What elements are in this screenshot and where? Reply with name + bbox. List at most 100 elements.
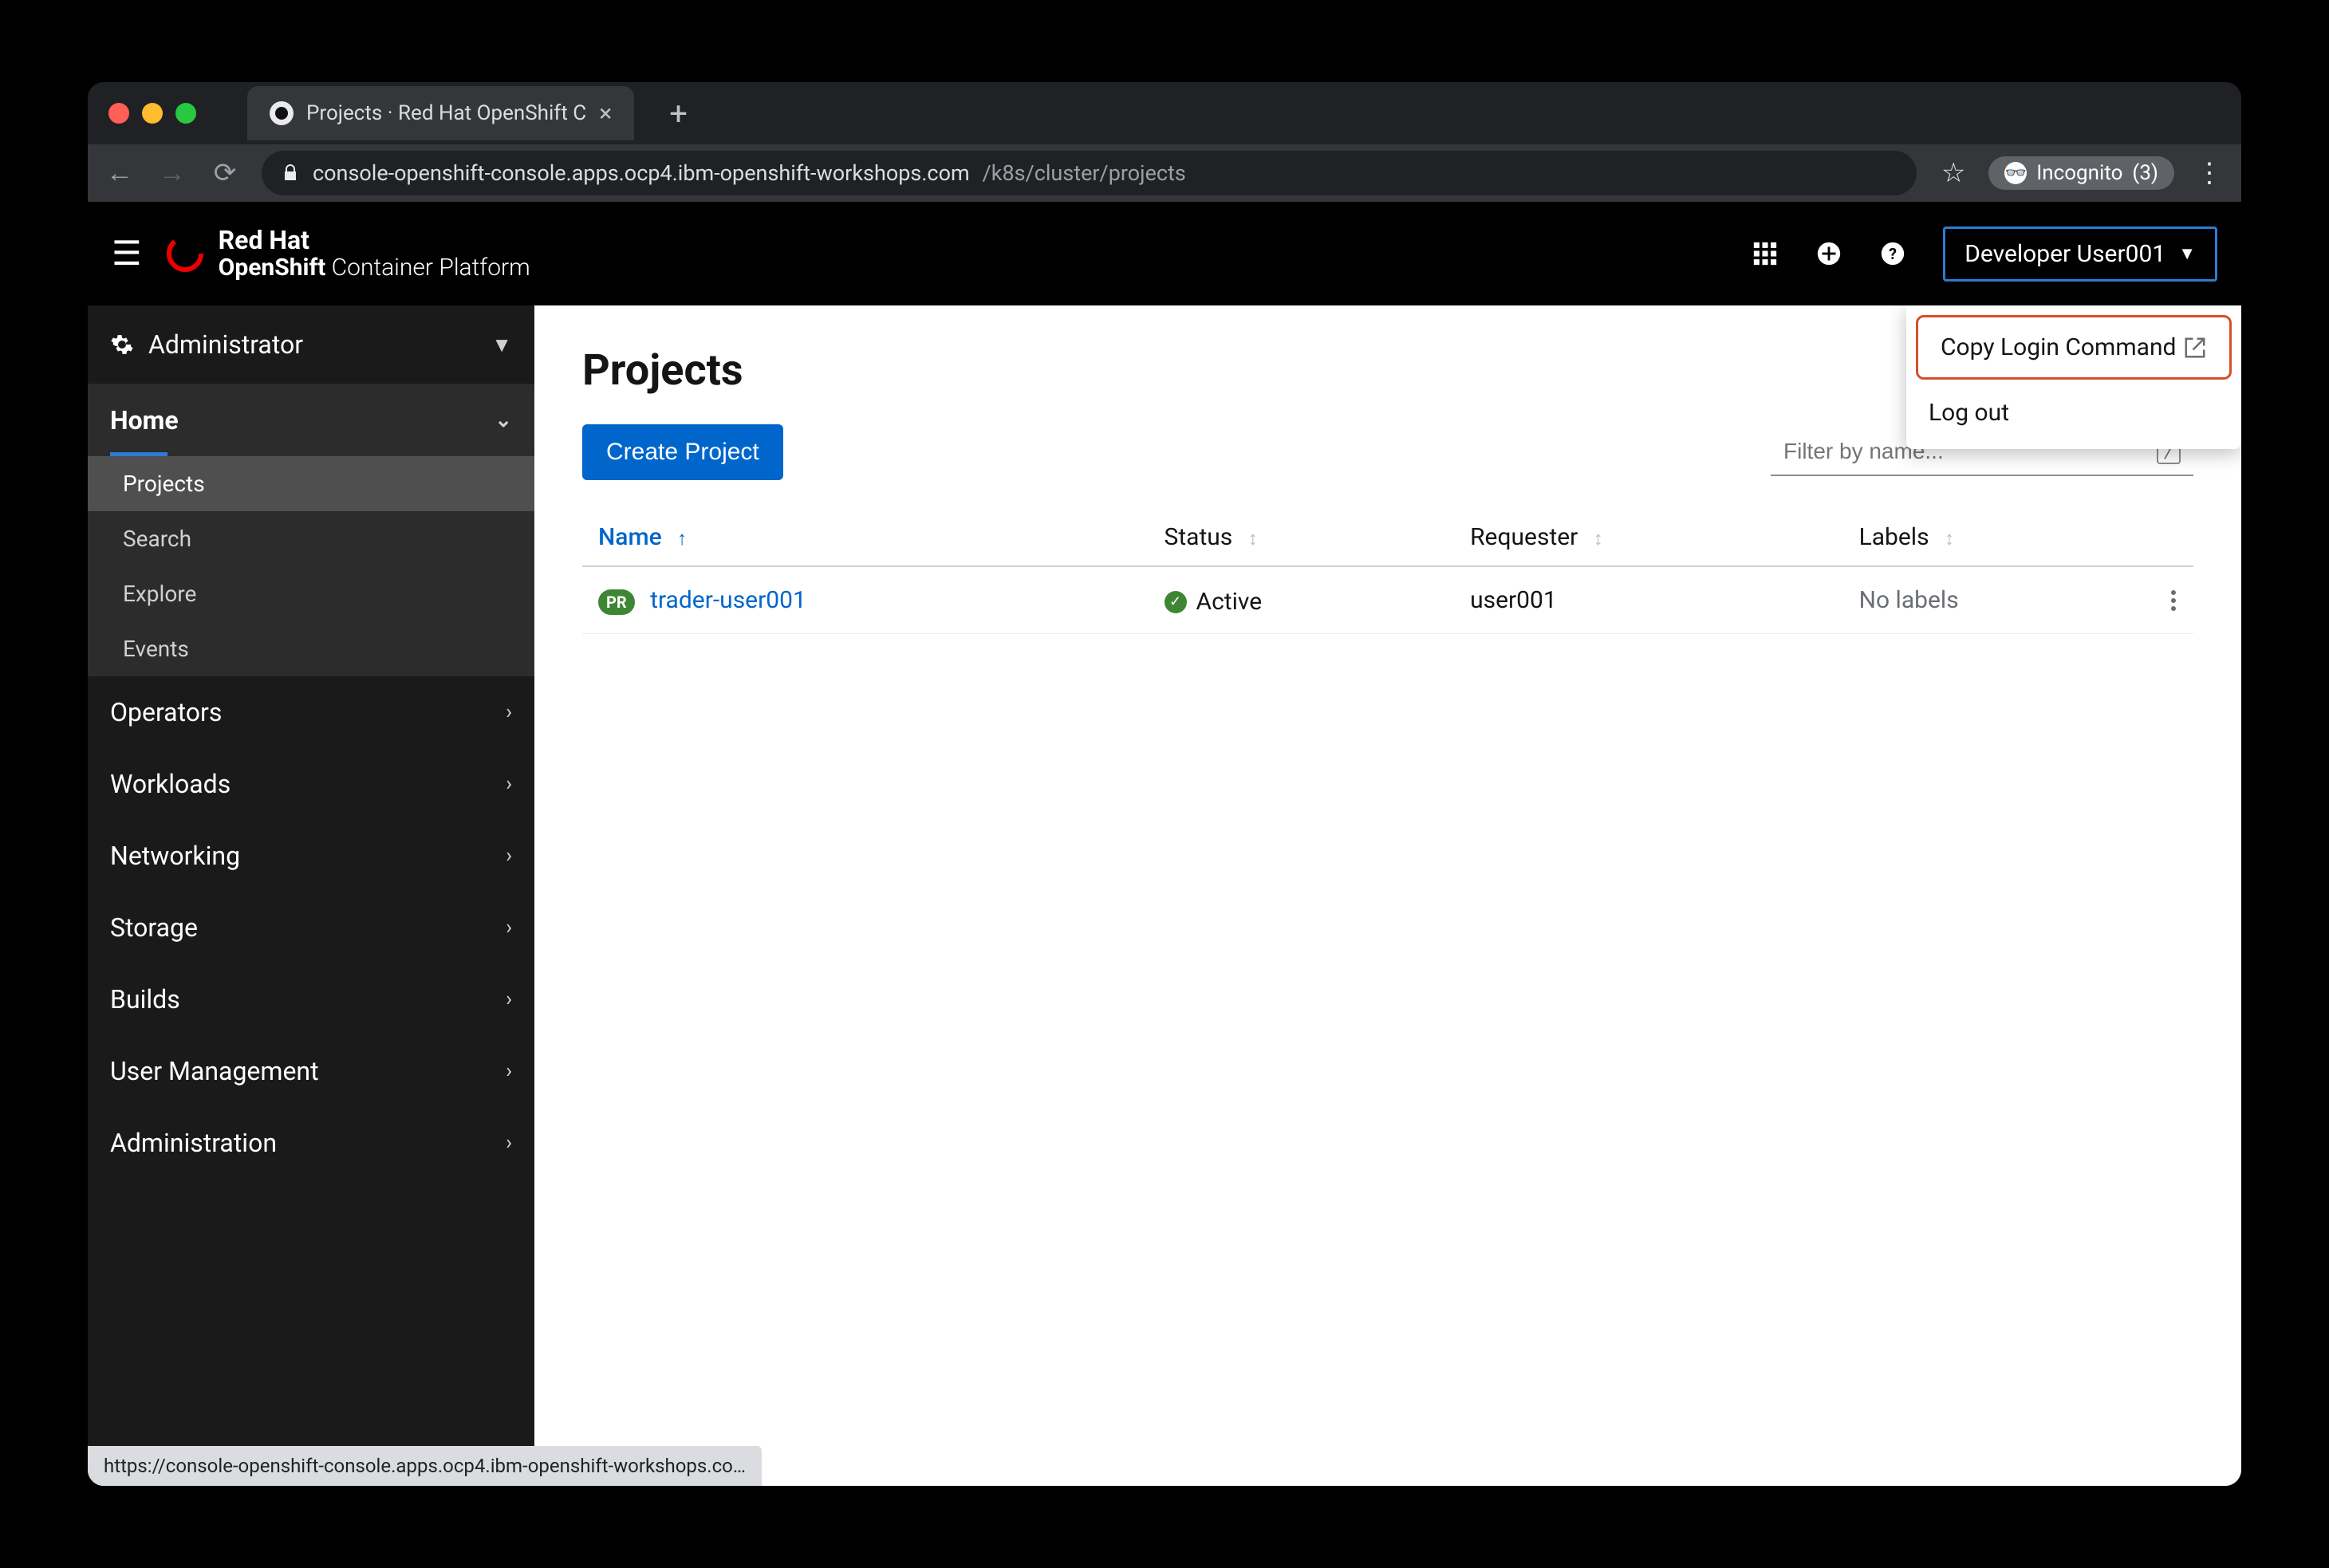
nav-section-storage[interactable]: Storage ›	[88, 892, 534, 963]
menu-item-copy-login[interactable]: Copy Login Command	[1916, 315, 2232, 380]
nav-section-networking[interactable]: Networking ›	[88, 820, 534, 892]
incognito-label: Incognito	[2036, 161, 2122, 185]
sidebar-item-projects[interactable]: Projects	[88, 456, 534, 511]
tab-close-icon[interactable]: ×	[599, 100, 612, 128]
chevron-right-icon: ›	[506, 916, 512, 940]
project-badge: PR	[598, 589, 635, 615]
table-header-row: Name ↑ Status ↕ Requester ↕	[582, 509, 2193, 566]
gear-icon	[110, 333, 134, 357]
nav-section-label: Operators	[110, 697, 222, 727]
tab-favicon-icon	[270, 101, 294, 125]
chevron-right-icon: ›	[506, 1131, 512, 1155]
close-window-icon[interactable]	[108, 103, 129, 124]
sort-icon: ↕	[1945, 527, 1954, 550]
perspective-switcher[interactable]: Administrator ▼	[88, 305, 534, 384]
maximize-window-icon[interactable]	[175, 103, 196, 124]
caret-down-icon: ▼	[491, 333, 512, 357]
sidebar: Administrator ▼ Home ⌄ Projects Search E…	[88, 305, 534, 1446]
browser-tab[interactable]: Projects · Red Hat OpenShift C ×	[247, 86, 634, 140]
perspective-label: Administrator	[148, 329, 303, 360]
new-tab-button[interactable]: +	[669, 95, 688, 132]
brand-line2a: OpenShift	[219, 254, 326, 282]
lock-icon	[281, 163, 300, 183]
chevron-right-icon: ›	[506, 772, 512, 796]
requester-cell: user001	[1454, 566, 1843, 634]
user-name: Developer User001	[1964, 240, 2165, 268]
create-project-button[interactable]: Create Project	[582, 424, 783, 480]
back-icon[interactable]: ←	[104, 157, 136, 189]
url-host: console-openshift-console.apps.ocp4.ibm-…	[313, 160, 970, 186]
url-path: /k8s/cluster/projects	[983, 160, 1186, 186]
chevron-down-icon: ⌄	[495, 408, 512, 432]
reload-icon[interactable]: ⟳	[209, 157, 241, 189]
column-header-status[interactable]: Status ↕	[1149, 509, 1455, 566]
sidebar-item-events[interactable]: Events	[88, 621, 534, 676]
column-header-requester[interactable]: Requester ↕	[1454, 509, 1843, 566]
main-content: Projects Create Project / Name ↑	[534, 305, 2241, 1446]
import-icon[interactable]	[1815, 240, 1842, 267]
table-row: PR trader-user001 ✓ Active user001 No la…	[582, 566, 2193, 634]
tab-title: Projects · Red Hat OpenShift C	[306, 101, 586, 125]
nav-section-operators[interactable]: Operators ›	[88, 676, 534, 748]
app-launcher-icon[interactable]	[1752, 240, 1779, 267]
user-dropdown: Copy Login Command Log out	[1906, 305, 2241, 449]
forward-icon[interactable]: →	[156, 157, 188, 189]
bookmark-icon[interactable]: ☆	[1937, 157, 1969, 189]
menu-item-label: Log out	[1929, 399, 2009, 427]
browser-titlebar: Projects · Red Hat OpenShift C × +	[88, 82, 2241, 144]
column-header-labels[interactable]: Labels ↕	[1843, 509, 2154, 566]
url-field[interactable]: console-openshift-console.apps.ocp4.ibm-…	[262, 151, 1917, 195]
chevron-right-icon: ›	[506, 987, 512, 1011]
help-icon[interactable]: ?	[1879, 240, 1906, 267]
nav-sub-home: Projects Search Explore Events	[88, 456, 534, 676]
chevron-right-icon: ›	[506, 700, 512, 724]
chevron-right-icon: ›	[506, 844, 512, 868]
status-badge: ✓ Active	[1164, 588, 1263, 616]
nav-section-workloads[interactable]: Workloads ›	[88, 748, 534, 820]
incognito-indicator[interactable]: 👓 Incognito (3)	[1988, 156, 2174, 190]
nav-section-administration[interactable]: Administration ›	[88, 1107, 534, 1179]
external-link-icon	[2183, 336, 2207, 360]
projects-table: Name ↑ Status ↕ Requester ↕	[582, 509, 2193, 634]
nav-section-home[interactable]: Home ⌄	[88, 384, 534, 456]
window-controls	[108, 103, 196, 124]
sort-asc-icon: ↑	[677, 527, 687, 550]
status-text: Active	[1196, 588, 1263, 616]
nav-section-user-management[interactable]: User Management ›	[88, 1035, 534, 1107]
browser-menu-icon[interactable]: ⋮	[2193, 157, 2225, 189]
nav-section-label: User Management	[110, 1056, 319, 1086]
sidebar-item-search[interactable]: Search	[88, 511, 534, 566]
minimize-window-icon[interactable]	[142, 103, 163, 124]
status-ok-icon: ✓	[1164, 591, 1187, 613]
nav-section-builds[interactable]: Builds ›	[88, 963, 534, 1035]
browser-statusbar: https://console-openshift-console.apps.o…	[88, 1446, 762, 1486]
incognito-icon: 👓	[2004, 162, 2027, 184]
redhat-logo-icon	[166, 234, 204, 273]
sidebar-item-explore[interactable]: Explore	[88, 566, 534, 621]
menu-item-logout[interactable]: Log out	[1906, 383, 2241, 443]
labels-cell: No labels	[1843, 566, 2154, 634]
brand-text: Red Hat OpenShift Container Platform	[219, 227, 530, 281]
sort-icon: ↕	[1594, 527, 1603, 550]
brand[interactable]: Red Hat OpenShift Container Platform	[166, 227, 530, 281]
nav-section-label: Networking	[110, 841, 240, 871]
brand-line2b: Container Platform	[325, 254, 530, 282]
caret-down-icon: ▼	[2178, 243, 2196, 264]
nav-section-label: Administration	[110, 1128, 277, 1158]
menu-item-label: Copy Login Command	[1941, 333, 2176, 361]
incognito-count: (3)	[2132, 161, 2158, 185]
user-menu-button[interactable]: Developer User001 ▼	[1943, 227, 2217, 282]
nav-section-label: Home	[110, 405, 179, 435]
nav-toggle-icon[interactable]: ☰	[112, 234, 142, 274]
project-link[interactable]: trader-user001	[650, 586, 806, 614]
column-header-name[interactable]: Name ↑	[582, 509, 1149, 566]
brand-line1: Red Hat	[219, 227, 530, 254]
row-actions-icon[interactable]	[2169, 590, 2177, 611]
nav-section-label: Workloads	[110, 769, 231, 799]
sort-icon: ↕	[1248, 527, 1258, 550]
svg-text:?: ?	[1889, 245, 1897, 263]
app-shell: ☰ Red Hat OpenShift Container Platform	[88, 202, 2241, 1486]
masthead: ☰ Red Hat OpenShift Container Platform	[88, 202, 2241, 305]
browser-window: Projects · Red Hat OpenShift C × + ← → ⟳…	[88, 82, 2241, 1486]
chevron-right-icon: ›	[506, 1059, 512, 1083]
